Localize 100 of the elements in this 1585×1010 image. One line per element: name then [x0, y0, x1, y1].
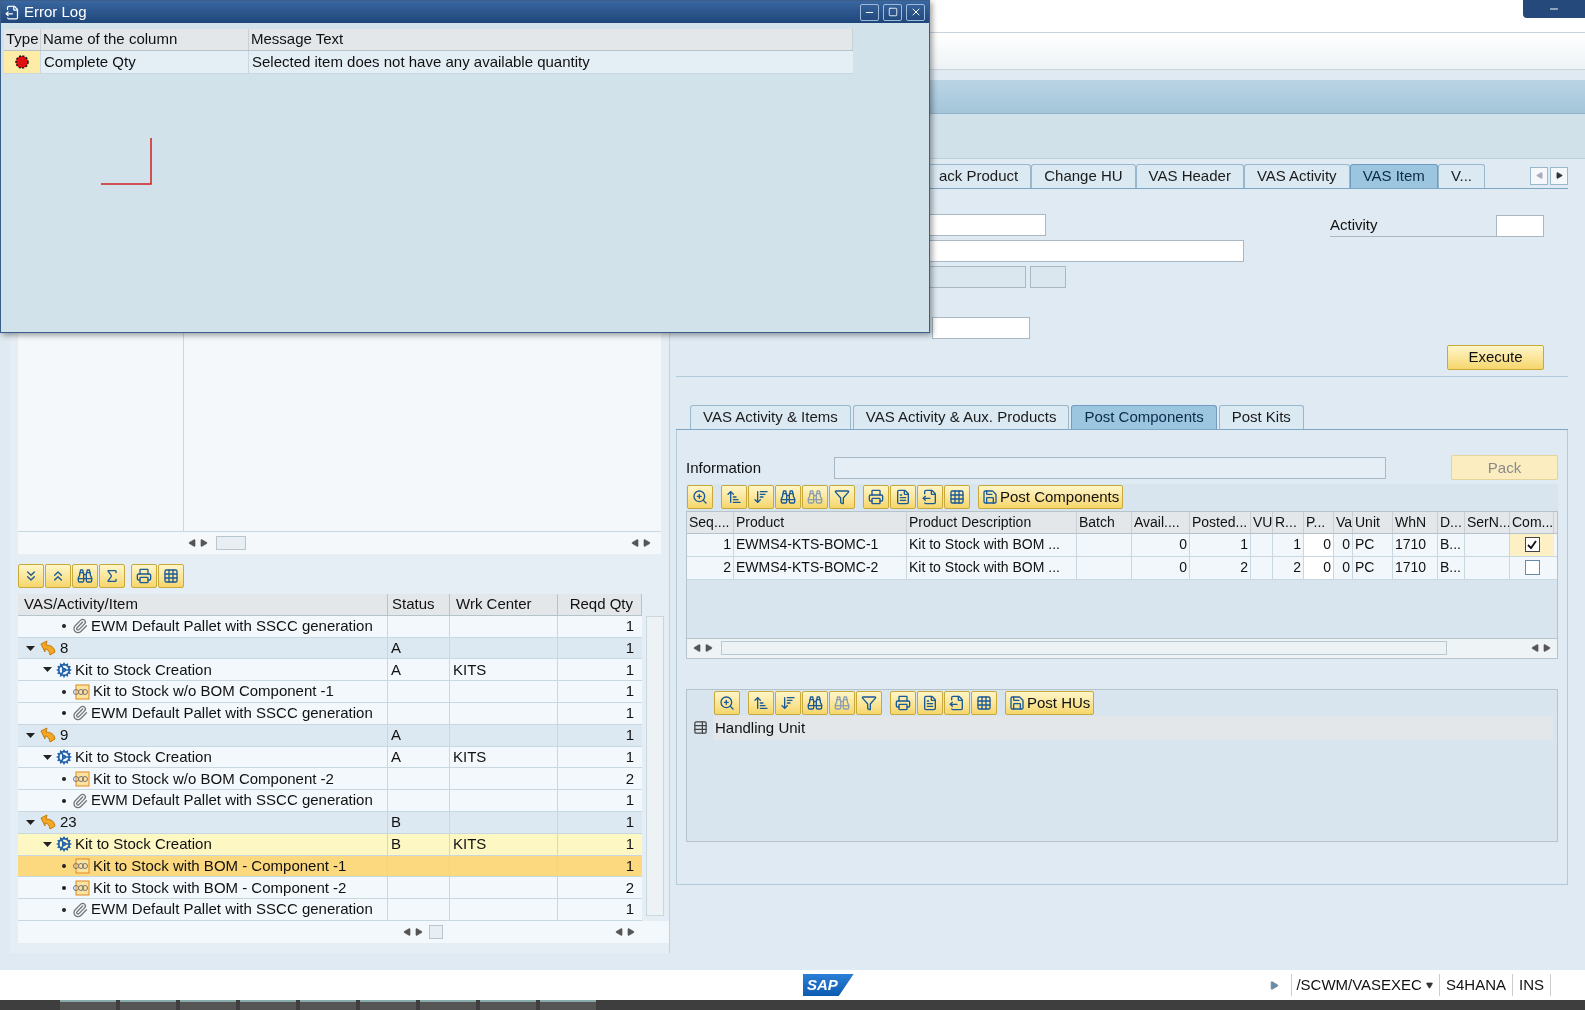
tab[interactable]: Change HU [1031, 163, 1136, 188]
tree-row[interactable]: 23 B 1 [18, 812, 642, 834]
tree-row[interactable]: EWM Default Pallet with SSCC generation 1 [18, 615, 642, 638]
collapse-arrow-icon[interactable] [43, 665, 52, 675]
column-header[interactable]: Avail.... [1132, 511, 1190, 533]
tree-row[interactable]: 8 A 1 [18, 637, 642, 660]
column-header[interactable]: Status [388, 593, 450, 615]
print-button[interactable] [890, 690, 916, 715]
taskbar-app-icon[interactable] [300, 1000, 356, 1010]
expand-status-icon[interactable] [1270, 980, 1280, 990]
tree-node-label[interactable]: EWM Default Pallet with SSCC generation [91, 789, 373, 812]
collapse-arrow-icon[interactable] [43, 752, 52, 762]
find-button[interactable] [802, 690, 828, 715]
scroll-right-icon[interactable] [627, 928, 635, 937]
export-button[interactable] [917, 485, 943, 510]
details-button[interactable] [687, 485, 713, 510]
scrollbar-thumb[interactable] [429, 925, 443, 940]
taskbar-app-icon[interactable] [480, 1000, 536, 1010]
taskbar-app-icon[interactable] [60, 1000, 116, 1010]
taskbar-app-icon[interactable] [240, 1000, 296, 1010]
tree-node-label[interactable]: Kit to Stock w/o BOM Component -1 [93, 680, 334, 703]
tab[interactable]: VAS Header [1135, 163, 1244, 188]
tab[interactable]: VAS Activity & Aux. Products [852, 404, 1070, 429]
taskbar-app-icon[interactable] [120, 1000, 176, 1010]
scroll-right-icon[interactable] [200, 538, 208, 547]
collapse-arrow-icon[interactable] [26, 817, 35, 827]
tree-node-label[interactable]: EWM Default Pallet with SSCC generation [91, 702, 373, 725]
tree-row[interactable]: Kit to Stock with BOM - Component -1 1 [18, 855, 642, 878]
collapse-arrow-icon[interactable] [43, 839, 52, 849]
column-header[interactable]: Batch [1077, 511, 1132, 533]
column-header[interactable]: SerN... [1465, 511, 1510, 533]
column-header[interactable]: D... [1438, 511, 1465, 533]
column-header[interactable]: VAS/Activity/Item [18, 593, 388, 615]
tab[interactable]: VAS Activity & Items [690, 404, 851, 429]
scroll-left-icon[interactable] [188, 538, 196, 547]
tree-node-label[interactable]: 23 [60, 811, 77, 834]
sort-ascending-button[interactable] [748, 690, 774, 715]
views-button[interactable] [890, 485, 916, 510]
print-button[interactable] [863, 485, 889, 510]
tree-node-label[interactable]: EWM Default Pallet with SSCC generation [91, 898, 373, 921]
column-header[interactable]: Message Text [249, 29, 853, 50]
taskbar-app-icon[interactable] [420, 1000, 476, 1010]
tab[interactable]: VAS Item [1349, 163, 1438, 188]
column-header[interactable]: WhN [1393, 511, 1438, 533]
layout-button[interactable] [158, 563, 184, 588]
tree-row[interactable]: Kit to Stock Creation B KITS 1 [18, 833, 642, 856]
tree-row[interactable]: Kit to Stock with BOM - Component -2 2 [18, 877, 642, 900]
collapse-all-button[interactable] [45, 563, 71, 588]
scroll-right-icon[interactable] [415, 928, 423, 937]
input-field[interactable] [1496, 214, 1544, 237]
scroll-left-icon[interactable] [1531, 644, 1539, 653]
sort-descending-button[interactable] [775, 690, 801, 715]
scroll-left-icon[interactable] [403, 928, 411, 937]
scrollbar-thumb[interactable] [721, 641, 1447, 656]
tree-row[interactable]: Kit to Stock Creation A KITS 1 [18, 746, 642, 769]
find-button[interactable] [72, 563, 98, 588]
tab[interactable]: VAS Activity [1243, 163, 1350, 188]
tree-node-label[interactable]: Kit to Stock with BOM - Component -2 [93, 876, 347, 900]
scroll-left-icon[interactable] [615, 928, 623, 937]
tree-node-label[interactable]: 8 [60, 636, 69, 660]
layout-button[interactable] [944, 485, 970, 510]
tree-row[interactable]: Kit to Stock w/o BOM Component -2 2 [18, 768, 642, 791]
post-hus-button[interactable]: Post HUs [1005, 690, 1095, 715]
layout-button[interactable] [971, 690, 997, 715]
tree-row[interactable]: Kit to Stock Creation A KITS 1 [18, 659, 642, 682]
column-header[interactable]: P... [1304, 511, 1334, 533]
column-header[interactable]: Type [4, 29, 41, 50]
column-header[interactable]: Wrk Center [450, 593, 558, 615]
column-header[interactable]: Com... [1510, 511, 1554, 533]
scroll-right-icon[interactable] [705, 644, 713, 653]
post-components-button[interactable]: Post Components [978, 485, 1124, 510]
tree-row[interactable]: Kit to Stock w/o BOM Component -1 1 [18, 681, 642, 704]
sort-ascending-button[interactable] [721, 485, 747, 510]
column-header[interactable]: Name of the column [41, 29, 249, 50]
tab[interactable]: Post Components [1071, 404, 1217, 429]
expand-all-button[interactable] [18, 563, 44, 588]
checkbox[interactable] [1524, 560, 1540, 576]
tree-node-label[interactable]: EWM Default Pallet with SSCC generation [91, 615, 373, 638]
close-button[interactable] [906, 3, 925, 21]
tree-row[interactable]: EWM Default Pallet with SSCC generation 1 [18, 790, 642, 813]
details-button[interactable] [714, 690, 740, 715]
print-button[interactable] [131, 563, 157, 588]
column-header[interactable]: Product Description [907, 511, 1077, 533]
tree-node-label[interactable]: Kit to Stock Creation [75, 658, 212, 682]
column-header[interactable]: R... [1273, 511, 1304, 533]
scroll-left-icon[interactable] [631, 538, 639, 547]
tree-node-label[interactable]: 9 [60, 724, 69, 747]
column-header[interactable]: VU [1251, 511, 1273, 533]
execute-button[interactable]: Execute [1447, 344, 1544, 370]
views-button[interactable] [917, 690, 943, 715]
vertical-scrollbar[interactable] [646, 615, 664, 916]
collapse-arrow-icon[interactable] [26, 730, 35, 740]
tab[interactable]: Post Kits [1218, 404, 1304, 429]
dropdown-icon[interactable] [1425, 981, 1433, 989]
scroll-right-icon[interactable] [1543, 644, 1551, 653]
input-field[interactable] [932, 316, 1030, 339]
scroll-right-icon[interactable] [643, 538, 651, 547]
sort-descending-button[interactable] [748, 485, 774, 510]
tree-row[interactable]: EWM Default Pallet with SSCC generation 1 [18, 899, 642, 922]
sum-button[interactable] [99, 563, 125, 588]
